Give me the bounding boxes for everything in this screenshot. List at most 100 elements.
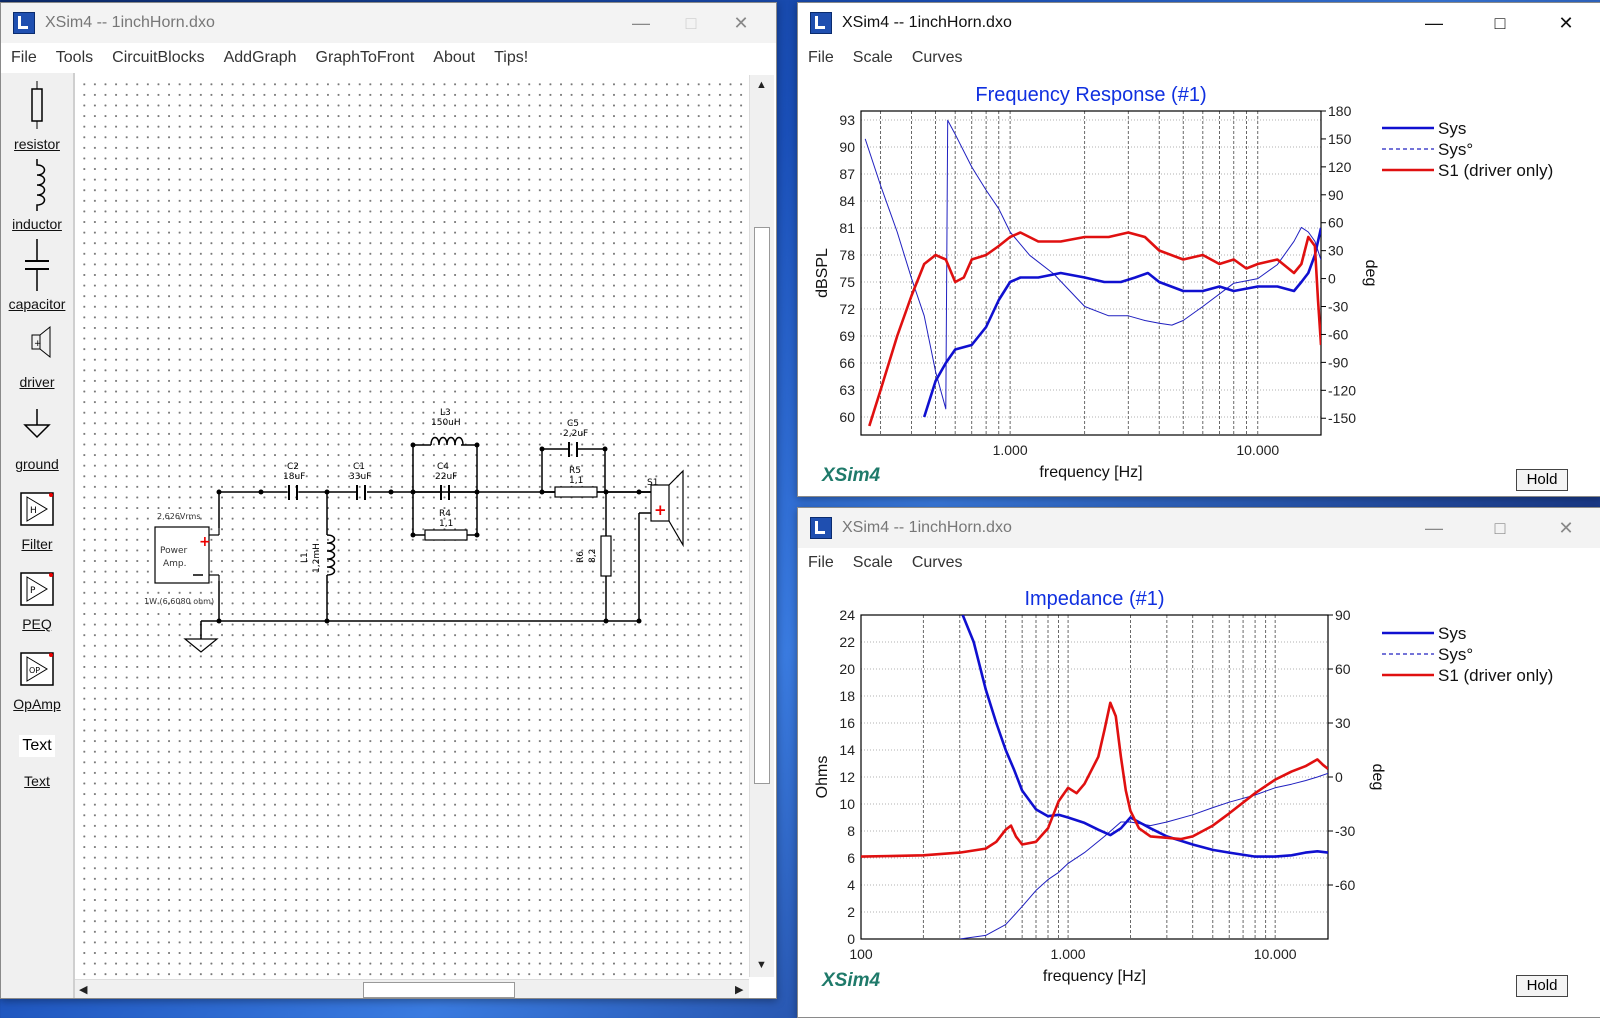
x-axis-label: frequency [Hz] bbox=[1039, 464, 1142, 481]
tool-peq[interactable]: P PEQ bbox=[1, 567, 73, 632]
close-button[interactable]: ✕ bbox=[1533, 508, 1599, 548]
svg-text:OP: OP bbox=[29, 666, 40, 675]
inductor-icon bbox=[36, 159, 46, 211]
x-tick-label: 10.000 bbox=[1254, 946, 1297, 962]
scroll-up-arrow[interactable]: ▲ bbox=[756, 79, 767, 91]
tool-label: OpAmp bbox=[13, 696, 61, 712]
scroll-thumb[interactable] bbox=[363, 982, 515, 998]
scroll-thumb[interactable] bbox=[754, 227, 770, 784]
scroll-right-arrow[interactable]: ▶ bbox=[735, 983, 743, 996]
frequency-menubar: File Scale Curves bbox=[798, 43, 1600, 73]
tool-inductor[interactable]: inductor bbox=[1, 159, 73, 232]
frequency-window: XSim4 -- 1inchHorn.dxo — □ ✕ File Scale … bbox=[797, 2, 1600, 497]
component-toolbox: resistor inductor capacitor + driver gro… bbox=[1, 73, 75, 998]
y2-axis-label: deg bbox=[1369, 764, 1386, 791]
menu-circuitblocks[interactable]: CircuitBlocks bbox=[112, 49, 204, 67]
menu-file[interactable]: File bbox=[11, 49, 37, 67]
minimize-button[interactable]: — bbox=[1401, 508, 1467, 548]
s1-name: S1 bbox=[647, 478, 658, 488]
y2-tick-label: -150 bbox=[1328, 410, 1356, 426]
scroll-left-arrow[interactable]: ◀ bbox=[79, 983, 87, 996]
y-tick-label: 16 bbox=[839, 715, 855, 731]
tool-label: Filter bbox=[21, 536, 53, 552]
series-line-driver bbox=[868, 231, 1321, 427]
legend-label: S1 (driver only) bbox=[1438, 161, 1553, 180]
circuit-titlebar[interactable]: XSim4 -- 1inchHorn.dxo — □ ✕ bbox=[1, 3, 776, 43]
hold-button[interactable]: Hold bbox=[1516, 975, 1568, 997]
y2-tick-label: -30 bbox=[1328, 299, 1348, 315]
minimize-button[interactable]: — bbox=[1401, 3, 1467, 43]
impedance-window: XSim4 -- 1inchHorn.dxo — □ ✕ File Scale … bbox=[797, 507, 1600, 1018]
menu-addgraph[interactable]: AddGraph bbox=[224, 49, 297, 67]
menu-scale[interactable]: Scale bbox=[853, 554, 893, 572]
y-tick-label: 87 bbox=[839, 166, 855, 182]
menu-graphtofront[interactable]: GraphToFront bbox=[316, 49, 415, 67]
tool-resistor[interactable]: resistor bbox=[1, 81, 73, 152]
scroll-down-arrow[interactable]: ▼ bbox=[756, 959, 767, 971]
l1-name: L1 bbox=[300, 552, 310, 563]
menu-tips[interactable]: Tips! bbox=[494, 49, 528, 67]
tool-ground[interactable]: ground bbox=[1, 405, 73, 472]
frequency-titlebar[interactable]: XSim4 -- 1inchHorn.dxo — □ ✕ bbox=[798, 3, 1600, 43]
legend-label: Sys° bbox=[1438, 645, 1473, 664]
tool-label: resistor bbox=[14, 136, 60, 152]
impedance-titlebar[interactable]: XSim4 -- 1inchHorn.dxo — □ ✕ bbox=[798, 508, 1600, 548]
tool-capacitor[interactable]: capacitor bbox=[1, 239, 73, 312]
y2-tick-label: 60 bbox=[1328, 215, 1344, 231]
close-button[interactable]: ✕ bbox=[1533, 3, 1599, 43]
y-tick-label: 6 bbox=[847, 850, 855, 866]
peq-block-icon: P bbox=[20, 572, 54, 606]
tool-label: Text bbox=[24, 773, 50, 789]
menu-scale[interactable]: Scale bbox=[853, 49, 893, 67]
y2-tick-label: 0 bbox=[1335, 769, 1343, 785]
y2-axis-label: deg bbox=[1362, 260, 1379, 287]
capacitor-icon bbox=[25, 239, 49, 291]
y2-tick-label: -90 bbox=[1328, 354, 1348, 370]
close-button[interactable]: ✕ bbox=[716, 3, 766, 43]
series-line-sys bbox=[961, 615, 1328, 858]
maximize-button[interactable]: □ bbox=[1467, 3, 1533, 43]
window-title: XSim4 -- 1inchHorn.dxo bbox=[45, 14, 215, 31]
y-tick-label: 12 bbox=[839, 769, 855, 785]
c5-name: C5 bbox=[567, 419, 579, 429]
y2-tick-label: 90 bbox=[1335, 607, 1351, 623]
frequency-response-chart[interactable]: 93 90 87 84 81 78 75 72 69 66 63 60 180 150 120 90 60 30 0… bbox=[798, 73, 1600, 496]
y-tick-label: 8 bbox=[847, 823, 855, 839]
svg-text:H: H bbox=[30, 506, 37, 516]
menu-tools[interactable]: Tools bbox=[56, 49, 93, 67]
ground-icon bbox=[23, 409, 51, 439]
menu-curves[interactable]: Curves bbox=[912, 554, 963, 572]
y2-tick-label: -120 bbox=[1328, 382, 1356, 398]
y-tick-label: 18 bbox=[839, 688, 855, 704]
menu-about[interactable]: About bbox=[433, 49, 475, 67]
source-voltage: 2,626Vrms bbox=[157, 512, 200, 521]
tool-driver[interactable]: + driver bbox=[1, 323, 73, 390]
tool-label: ground bbox=[15, 456, 59, 472]
c1-value: 33uF bbox=[349, 472, 371, 482]
minimize-button[interactable]: — bbox=[616, 3, 666, 43]
filter-block-icon: H bbox=[20, 492, 54, 526]
maximize-button[interactable]: □ bbox=[666, 3, 716, 43]
menu-file[interactable]: File bbox=[808, 554, 834, 572]
x-tick-label: 1.000 bbox=[1051, 946, 1086, 962]
l3-name: L3 bbox=[440, 408, 451, 418]
c1-name: C1 bbox=[353, 462, 365, 472]
c5-value: 2,2uF bbox=[563, 429, 588, 439]
tool-filter[interactable]: H Filter bbox=[1, 487, 73, 552]
vertical-scrollbar[interactable]: ▲ ▼ bbox=[749, 75, 774, 977]
menu-curves[interactable]: Curves bbox=[912, 49, 963, 67]
svg-text:+: + bbox=[199, 534, 211, 550]
y2-tick-label: -60 bbox=[1328, 326, 1348, 342]
menu-file[interactable]: File bbox=[808, 49, 834, 67]
maximize-button[interactable]: □ bbox=[1467, 508, 1533, 548]
horizontal-scrollbar[interactable]: ◀ ▶ bbox=[75, 979, 749, 998]
y2-tick-label: 90 bbox=[1328, 187, 1344, 203]
impedance-chart[interactable]: 2422201816141210864209060300-30-60100 1.0… bbox=[798, 578, 1600, 1017]
hold-button[interactable]: Hold bbox=[1516, 469, 1568, 491]
tool-label: capacitor bbox=[8, 296, 66, 312]
tool-text[interactable]: Text Text bbox=[1, 735, 73, 789]
circuit-canvas[interactable]: + Power Amp. 2,626Vrms 1W (6,6080 ohm) C… bbox=[75, 75, 747, 977]
tool-opamp[interactable]: OP OpAmp bbox=[1, 647, 73, 712]
circuit-window: XSim4 -- 1inchHorn.dxo — □ ✕ File Tools … bbox=[0, 2, 777, 999]
y-tick-label: 14 bbox=[839, 742, 855, 758]
